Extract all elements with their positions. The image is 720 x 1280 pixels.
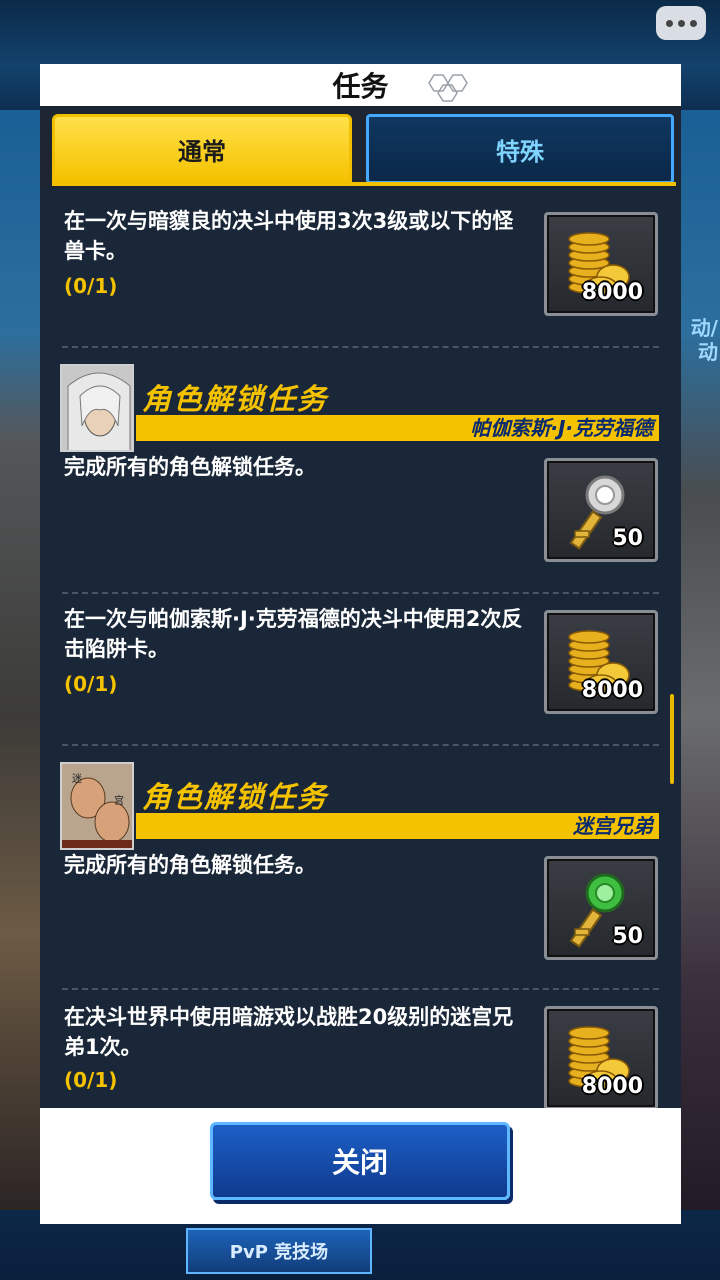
background-left (0, 110, 40, 1210)
tab-underline (52, 182, 676, 186)
svg-text:迷: 迷 (72, 773, 82, 785)
mission-description: 完成所有的角色解锁任务。 (64, 853, 316, 877)
reward-box[interactable]: 50 (544, 458, 658, 562)
green-key-icon (569, 873, 625, 948)
mission-description: 完成所有的角色解锁任务。 (64, 455, 316, 479)
panel-title: 任务 (40, 64, 681, 106)
mission-progress: (0/1) (64, 672, 118, 696)
unlock-mission-title: 角色解锁任务 (142, 382, 329, 416)
pvp-arena-button[interactable]: PvP 竞技场 (186, 1228, 372, 1274)
tab-special[interactable]: 特殊 (366, 114, 674, 184)
divider (62, 744, 659, 746)
mission-description: 在决斗世界中使用暗游戏以战胜20级别的迷宫兄弟1次。 (64, 1005, 514, 1059)
unlock-mission-title: 角色解锁任务 (142, 780, 329, 814)
chat-icon[interactable] (656, 6, 706, 40)
mission-description: 在一次与暗貘良的决斗中使用3次3级或以下的怪兽卡。 (64, 209, 514, 263)
character-name-bar: 帕伽索斯·J·克劳福德 (136, 415, 659, 441)
mission-description: 在一次与帕伽索斯·J·克劳福德的决斗中使用2次反击陷阱卡。 (64, 607, 523, 661)
mission-list[interactable]: 在一次与暗貘良的决斗中使用3次3级或以下的怪兽卡。 (0/1) 8000 角色解… (40, 188, 681, 1108)
tab-normal[interactable]: 通常 (52, 114, 352, 184)
reward-amount: 50 (612, 526, 643, 551)
reward-box[interactable]: 50 (544, 856, 658, 960)
character-portrait (60, 364, 134, 452)
background-side-text: 动/ 动 (690, 316, 718, 364)
mission-progress: (0/1) (64, 1068, 118, 1092)
reward-amount: 8000 (581, 678, 643, 703)
background-right (680, 110, 720, 1210)
svg-text:宫: 宫 (114, 794, 124, 807)
divider (62, 592, 659, 594)
character-portrait: 迷 宫 (60, 762, 134, 850)
mission-progress: (0/1) (64, 274, 118, 298)
reward-amount: 8000 (581, 280, 643, 305)
reward-amount: 50 (612, 924, 643, 949)
close-button[interactable]: 关闭 (210, 1122, 510, 1200)
silver-key-icon (569, 475, 625, 550)
reward-amount: 8000 (581, 1074, 643, 1099)
divider (62, 988, 659, 990)
scrollbar[interactable] (670, 694, 674, 784)
reward-box[interactable]: 8000 (544, 212, 658, 316)
divider (62, 346, 659, 348)
hexagon-decoration-icon (428, 74, 468, 102)
reward-box[interactable]: 8000 (544, 610, 658, 714)
character-name-bar: 迷宫兄弟 (136, 813, 659, 839)
reward-box[interactable]: 8000 (544, 1006, 658, 1108)
